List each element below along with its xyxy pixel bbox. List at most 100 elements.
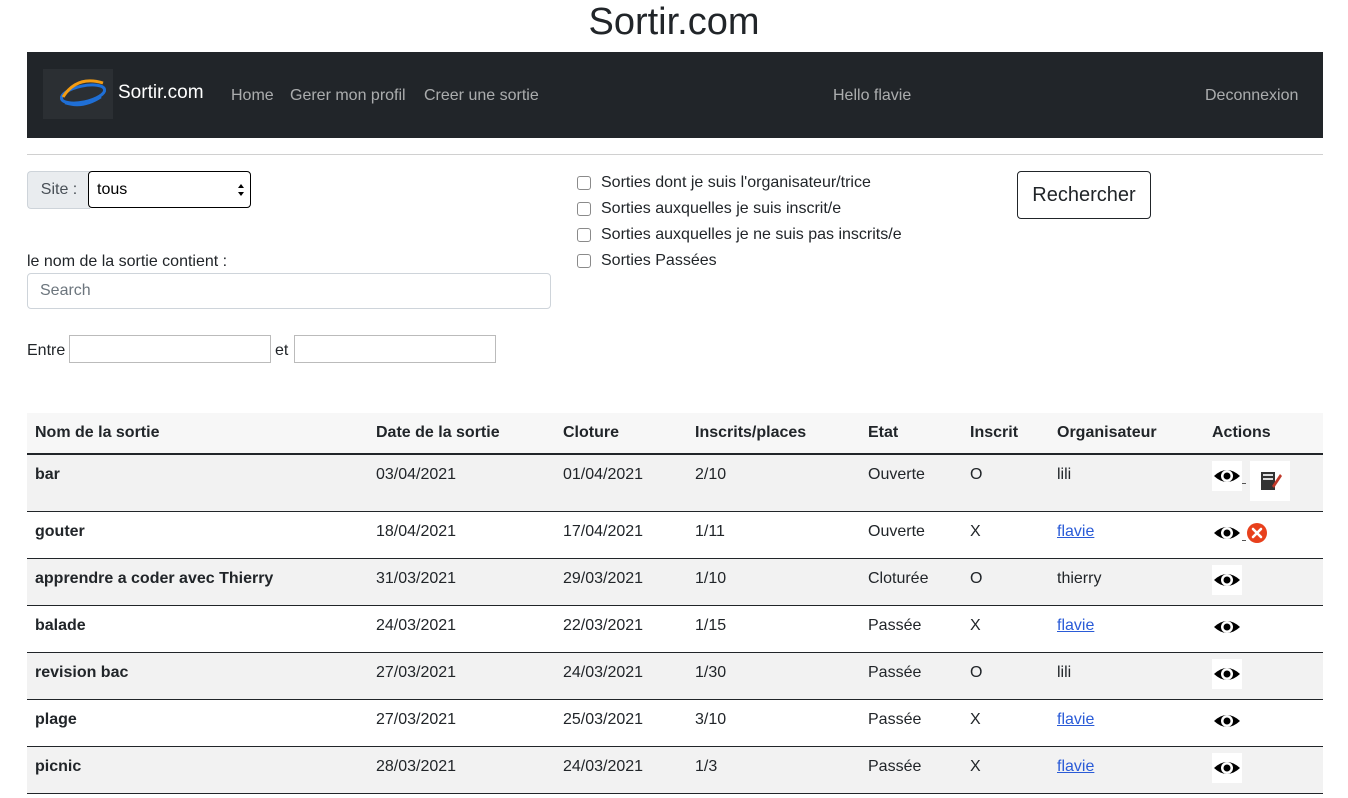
nav-link-create-outing[interactable]: Creer une sortie [424,87,539,105]
cell-organizer: lili [1049,652,1204,700]
cell-registered: O [962,454,1049,512]
col-cloture: Cloture [555,413,687,455]
cell-actions [1204,605,1323,653]
cell-organizer: flavie [1049,511,1204,559]
cell-name: plage [27,699,368,747]
cell-state: Ouverte [860,511,962,559]
cell-state: Passée [860,746,962,794]
cell-state: Cloturée [860,558,962,606]
cell-cloture: 24/03/2021 [555,746,687,794]
table-row: revision bac 27/03/2021 24/03/2021 1/30 Pass… [27,652,1323,700]
cell-cloture: 29/03/2021 [555,558,687,606]
cell-actions [1204,558,1323,606]
search-button[interactable]: Rechercher [1017,171,1151,219]
cell-cloture: 25/03/2021 [555,699,687,747]
checkbox[interactable] [577,228,591,242]
cell-places: 1/15 [687,605,860,653]
table-row: gouter 18/04/2021 17/04/2021 1/11 Ouverte Xfl… [27,511,1323,559]
checkbox[interactable] [577,254,591,268]
cell-places: 3/10 [687,699,860,747]
organizer-link[interactable]: flavie [1057,711,1094,728]
col-registered: Inscrit [962,413,1049,455]
cell-places: 1/10 [687,558,860,606]
nav-link-profile[interactable]: Gerer mon profil [290,87,406,105]
eye-icon[interactable] [1212,752,1242,783]
date-end-input[interactable] [294,335,496,363]
logout-link[interactable]: Deconnexion [1205,87,1298,105]
edit-icon[interactable] [1250,461,1290,501]
eye-icon[interactable] [1212,564,1242,595]
cell-date: 31/03/2021 [368,558,555,606]
table-row: bar 03/04/2021 01/04/2021 2/10 Ouverte Olili [27,454,1323,512]
checkbox[interactable] [577,176,591,190]
col-date: Date de la sortie [368,413,555,455]
divider [27,154,1323,155]
organizer-link[interactable]: flavie [1057,523,1094,540]
organizer-link[interactable]: flavie [1057,617,1094,634]
organizer-name: lili [1057,466,1072,483]
cell-registered: X [962,605,1049,653]
select-arrows-icon [238,184,244,196]
search-input[interactable] [27,273,551,309]
site-select-value: tous [97,181,128,198]
cell-places: 1/11 [687,511,860,559]
cell-actions [1204,454,1323,512]
checkbox-label: Sorties Passées [601,252,717,269]
cell-date: 27/03/2021 [368,699,555,747]
cell-name: apprendre a coder avec Thierry [27,558,368,606]
cell-cloture: 01/04/2021 [555,454,687,512]
cell-registered: O [962,558,1049,606]
cell-cloture: 22/03/2021 [555,605,687,653]
organizer-name: thierry [1057,569,1102,587]
eye-icon[interactable] [1212,611,1242,642]
eye-icon[interactable] [1212,461,1242,491]
checkbox-label: Sorties auxquelles je ne suis pas inscri… [601,226,902,243]
cell-state: Passée [860,699,962,747]
cell-actions [1204,699,1323,747]
site-select[interactable]: tous [88,171,251,208]
name-filter-label: le nom de la sortie contient : [27,253,228,270]
cell-places: 2/10 [687,454,860,512]
col-places: Inscrits/places [687,413,860,455]
table-row: apprendre a coder avec Thierry 31/03/2021… [27,558,1323,606]
cell-date: 03/04/2021 [368,454,555,512]
checkbox[interactable] [577,202,591,216]
cell-name: gouter [27,511,368,559]
cell-actions [1204,652,1323,700]
cell-registered: X [962,746,1049,794]
cell-registered: O [962,652,1049,700]
site-label: Site : [27,171,90,209]
cell-state: Ouverte [860,454,962,512]
cell-name: bar [27,454,368,512]
cell-organizer: flavie [1049,699,1204,747]
table-row: plage 27/03/2021 25/03/2021 3/10 Passée Xflav… [27,699,1323,747]
eye-icon[interactable] [1212,658,1242,689]
eye-icon[interactable] [1212,705,1242,736]
page-title: Sortir.com [588,1,760,43]
outings-table: Nom de la sortie Date de la sortie Clotu… [27,413,1323,794]
organizer-link[interactable]: flavie [1057,758,1094,775]
cell-date: 27/03/2021 [368,652,555,700]
cell-state: Passée [860,605,962,653]
cell-places: 1/3 [687,746,860,794]
table-row: picnic 28/03/2021 24/03/2021 1/3 Passée Xflav… [27,746,1323,794]
cell-organizer: flavie [1049,605,1204,653]
cell-name: revision bac [27,652,368,700]
cancel-icon[interactable] [1246,522,1268,544]
navbar-brand[interactable]: Sortir.com [118,82,204,104]
date-start-input[interactable] [69,335,271,363]
cell-organizer: lili [1049,454,1204,512]
cell-cloture: 17/04/2021 [555,511,687,559]
col-organizer: Organisateur [1049,413,1204,455]
and-label: et [275,342,289,359]
cell-registered: X [962,511,1049,559]
cell-organizer: thierry [1049,558,1204,606]
nav-link-home[interactable]: Home [231,87,274,105]
eye-icon[interactable] [1212,517,1242,548]
table-header-row: Nom de la sortie Date de la sortie Clotu… [27,413,1323,455]
logo-icon[interactable] [43,69,113,119]
col-name: Nom de la sortie [27,413,368,455]
cell-registered: X [962,699,1049,747]
checkbox-label: Sorties auxquelles je suis inscrit/e [601,200,842,217]
organizer-name: lili [1057,663,1072,681]
